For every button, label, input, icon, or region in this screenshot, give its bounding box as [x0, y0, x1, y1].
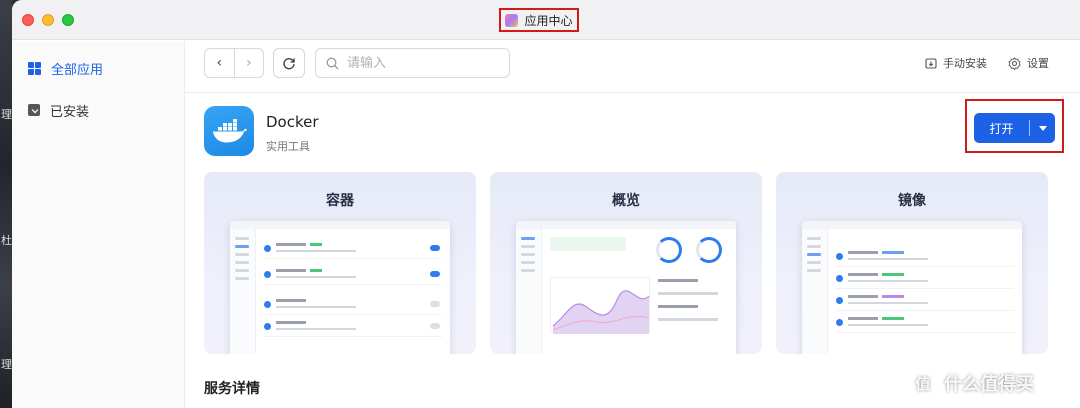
sidebar: 全部应用 已安装 — [12, 41, 185, 408]
title-bar: 应用中心 — [12, 0, 1080, 40]
gear-icon — [1008, 56, 1021, 70]
desktop-glyph: 理 — [1, 358, 12, 371]
desktop-glyph: 理 — [1, 108, 12, 121]
close-window-button[interactable] — [22, 14, 34, 26]
preview-screenshot — [802, 221, 1022, 354]
app-center-window: 应用中心 全部应用 已安装 ‹ › 手动安装 — [12, 0, 1080, 408]
install-package-icon — [925, 58, 937, 69]
search-icon — [326, 57, 339, 69]
settings-button[interactable]: 设置 — [1008, 55, 1049, 71]
back-button[interactable]: ‹ — [205, 49, 234, 77]
desktop-glyph: 杜 — [1, 234, 12, 247]
service-details-heading: 服务详情 — [204, 381, 260, 397]
preview-title: 容器 — [326, 193, 354, 209]
open-split-button: 打开 — [974, 113, 1055, 143]
preview-screenshot — [230, 221, 450, 354]
sidebar-item-all-apps[interactable]: 全部应用 — [28, 57, 103, 79]
preview-title: 概览 — [612, 193, 640, 209]
window-title: 应用中心 — [499, 8, 579, 32]
settings-label: 设置 — [1027, 57, 1049, 70]
history-nav: ‹ › — [204, 48, 264, 78]
preview-card-containers[interactable]: 容器 — [204, 172, 476, 354]
preview-card-images[interactable]: 镜像 — [776, 172, 1048, 354]
description-text-clipped — [185, 398, 1080, 408]
minimize-window-button[interactable] — [42, 14, 54, 26]
app-name: Docker — [266, 113, 319, 131]
window-title-text: 应用中心 — [524, 13, 573, 28]
desktop-background-strip: 理 杜 理 — [0, 0, 12, 408]
preview-title: 镜像 — [898, 193, 926, 209]
refresh-icon — [283, 58, 295, 70]
open-button-highlight: 打开 — [965, 99, 1064, 153]
zoom-window-button[interactable] — [62, 14, 74, 26]
manual-install-label: 手动安装 — [943, 57, 987, 70]
refresh-button[interactable] — [273, 48, 305, 78]
sidebar-item-installed[interactable]: 已安装 — [28, 99, 89, 121]
grid-icon — [28, 61, 41, 75]
watermark: 值 什么值得买 — [908, 368, 1034, 398]
download-icon — [28, 104, 40, 116]
search-input[interactable] — [347, 55, 497, 71]
docker-whale-icon — [213, 119, 247, 143]
app-category: 实用工具 — [266, 140, 310, 153]
manual-install-button[interactable]: 手动安装 — [925, 55, 987, 71]
app-center-icon — [505, 13, 519, 27]
preview-screenshot — [516, 221, 736, 354]
docker-logo — [204, 106, 254, 156]
preview-card-overview[interactable]: 概览 — [490, 172, 762, 354]
watermark-logo: 值 — [908, 368, 938, 398]
toolbar-divider — [185, 92, 1080, 93]
search-field[interactable] — [315, 48, 510, 78]
forward-button[interactable]: › — [233, 49, 264, 77]
watermark-text: 什么值得买 — [944, 374, 1034, 395]
open-dropdown-chevron-icon[interactable] — [1030, 126, 1055, 131]
sidebar-item-label: 已安装 — [50, 104, 90, 120]
open-button[interactable]: 打开 — [974, 120, 1029, 137]
sidebar-item-label: 全部应用 — [51, 62, 104, 78]
